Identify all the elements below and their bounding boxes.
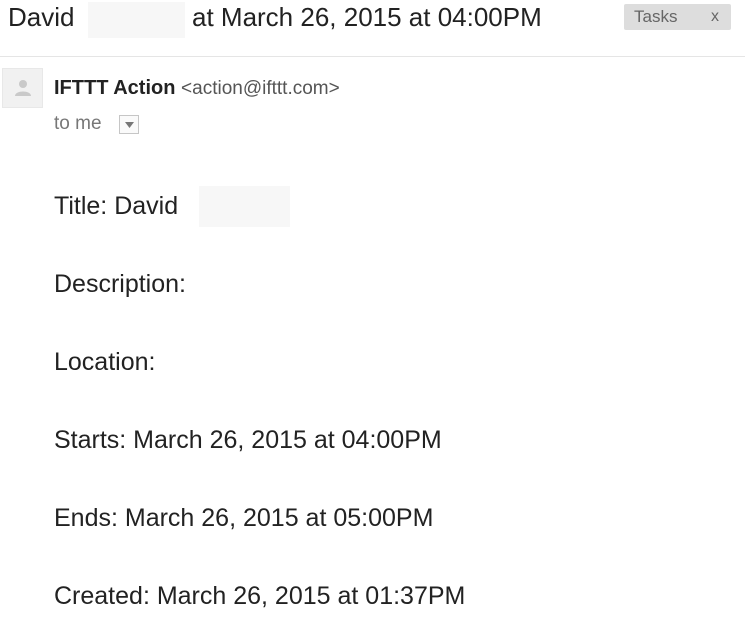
event-title: Title: David [54, 192, 179, 220]
label-chip-tasks[interactable]: Tasks x [624, 4, 731, 30]
subject-datetime: at March 26, 2015 at 04:00PM [192, 2, 542, 32]
event-location: Location: [54, 348, 156, 376]
sender-name[interactable]: IFTTT Action [54, 77, 175, 99]
email-subject: David at March 26, 2015 at 04:00PM Tasks… [0, 0, 745, 57]
event-starts: Starts: March 26, 2015 at 04:00PM [54, 426, 442, 454]
email-view: David at March 26, 2015 at 04:00PM Tasks… [0, 0, 745, 629]
subject-first-name: David [8, 2, 75, 32]
sender-line: IFTTT Action <action@ifttt.com> [54, 76, 340, 101]
sender-email[interactable]: <action@ifttt.com> [181, 78, 340, 99]
remove-label-button[interactable]: x [711, 4, 719, 30]
redacted-name [88, 2, 185, 38]
event-description: Description: [54, 270, 186, 298]
show-details-button[interactable] [119, 115, 139, 134]
label-chip-text[interactable]: Tasks [634, 4, 677, 30]
event-created: Created: March 26, 2015 at 01:37PM [54, 582, 466, 610]
event-ends: Ends: March 26, 2015 at 05:00PM [54, 504, 434, 532]
redacted-name [199, 186, 290, 227]
avatar [2, 68, 43, 108]
recipient-line: to me [54, 113, 102, 134]
